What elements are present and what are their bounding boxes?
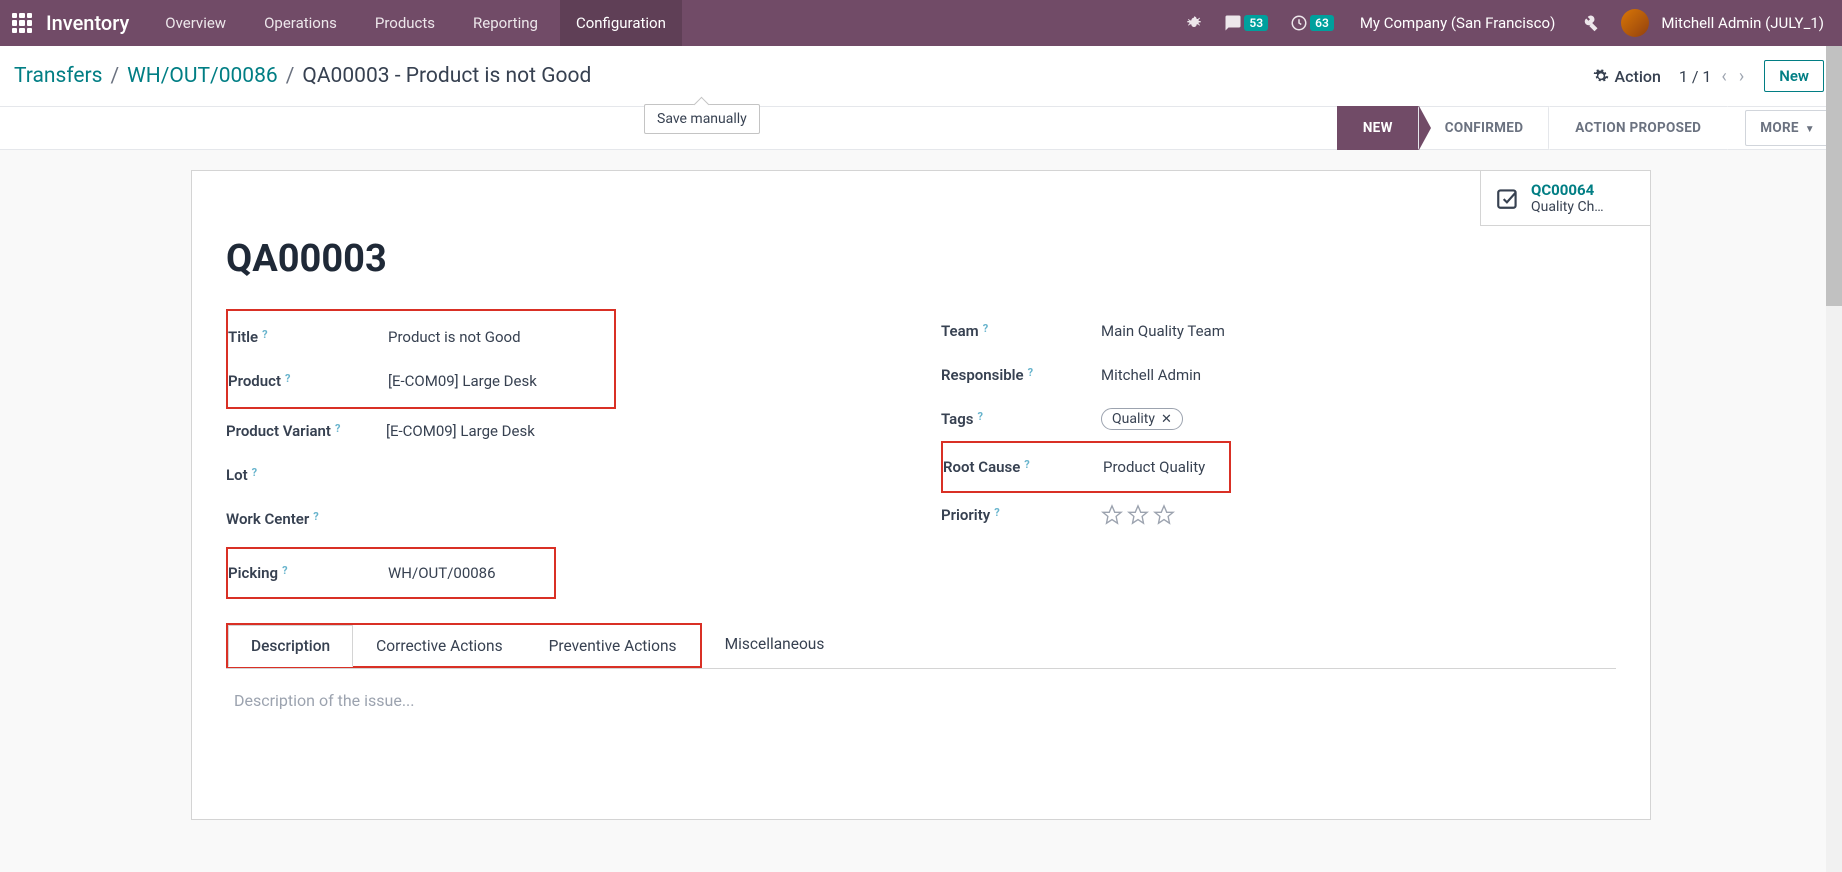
help-icon[interactable]: ?	[262, 328, 267, 341]
activities-badge: 63	[1310, 15, 1334, 31]
user-name: Mitchell Admin (JULY_1)	[1661, 14, 1824, 32]
scrollbar-thumb[interactable]	[1826, 46, 1842, 306]
nav-configuration[interactable]: Configuration	[560, 0, 682, 46]
notebook: Description Corrective Actions Preventiv…	[226, 623, 1616, 779]
breadcrumb-current: QA00003 - Product is not Good	[302, 64, 591, 88]
stat-title: QC00064	[1531, 181, 1604, 199]
help-icon[interactable]: ?	[994, 506, 999, 519]
star-icon[interactable]	[1101, 504, 1123, 526]
pager-next[interactable]: ›	[1737, 66, 1746, 87]
avatar	[1621, 9, 1649, 37]
pager-count: 1 / 1	[1679, 67, 1712, 86]
label-variant: Product Variant?	[226, 422, 386, 440]
label-priority: Priority?	[941, 506, 1101, 524]
tab-miscellaneous[interactable]: Miscellaneous	[702, 623, 848, 668]
help-icon[interactable]: ?	[282, 564, 287, 577]
label-picking: Picking?	[228, 564, 388, 582]
form-sheet: QC00064 Quality Ch… QA00003 Title? Produ…	[191, 170, 1651, 820]
field-tags[interactable]: Quality ✕	[1101, 408, 1183, 430]
field-variant[interactable]: [E-COM09] Large Desk	[386, 422, 535, 440]
tab-description[interactable]: Description	[228, 625, 353, 667]
breadcrumb-bar: Transfers / WH/OUT/00086 / QA00003 - Pro…	[0, 46, 1842, 106]
save-tooltip: Save manually	[644, 104, 760, 134]
tab-corrective-actions[interactable]: Corrective Actions	[353, 625, 525, 666]
tab-preventive-actions[interactable]: Preventive Actions	[526, 625, 700, 666]
label-lot: Lot?	[226, 466, 386, 484]
record-name: QA00003	[226, 237, 1616, 281]
action-menu-button[interactable]: Action	[1593, 67, 1661, 86]
right-column: Team? Main Quality Team Responsible? Mit…	[941, 309, 1616, 599]
statusbar: NEW CONFIRMED ACTION PROPOSED MORE▼	[0, 106, 1842, 150]
scrollbar[interactable]	[1826, 46, 1842, 872]
stage-more[interactable]: MORE▼	[1745, 110, 1830, 146]
company-selector[interactable]: My Company (San Francisco)	[1348, 14, 1567, 32]
description-editor[interactable]: Description of the issue...	[226, 669, 1616, 779]
messages-icon[interactable]: 53	[1216, 0, 1276, 46]
field-title[interactable]: Product is not Good	[388, 328, 521, 346]
nav-reporting[interactable]: Reporting	[457, 0, 554, 46]
pager: 1 / 1 ‹ ›	[1679, 66, 1746, 87]
field-responsible[interactable]: Mitchell Admin	[1101, 366, 1201, 384]
left-column: Title? Product is not Good Product? [E-C…	[226, 309, 901, 599]
checkbox-icon	[1495, 185, 1521, 211]
label-responsible: Responsible?	[941, 366, 1101, 384]
stage-action-proposed[interactable]: ACTION PROPOSED	[1549, 106, 1727, 150]
label-tags: Tags?	[941, 410, 1101, 428]
label-product: Product?	[228, 372, 388, 390]
caret-down-icon: ▼	[1805, 124, 1815, 135]
label-work-center: Work Center?	[226, 510, 386, 528]
stage-new[interactable]: NEW	[1337, 106, 1419, 150]
tools-icon[interactable]	[1573, 0, 1607, 46]
star-icon[interactable]	[1153, 504, 1175, 526]
stage-confirmed[interactable]: CONFIRMED	[1419, 106, 1550, 150]
tag-remove-icon[interactable]: ✕	[1161, 412, 1172, 427]
label-title: Title?	[228, 328, 388, 346]
messages-badge: 53	[1244, 15, 1268, 31]
stat-quality-check[interactable]: QC00064 Quality Ch…	[1480, 171, 1650, 226]
breadcrumb-picking[interactable]: WH/OUT/00086	[127, 64, 278, 88]
help-icon[interactable]: ?	[313, 510, 318, 523]
tag-quality[interactable]: Quality ✕	[1101, 408, 1183, 430]
breadcrumb-sep: /	[102, 64, 127, 88]
apps-grid-icon[interactable]	[12, 13, 32, 33]
new-button[interactable]: New	[1764, 60, 1824, 92]
pager-prev[interactable]: ‹	[1719, 66, 1728, 87]
module-name[interactable]: Inventory	[46, 11, 129, 35]
help-icon[interactable]: ?	[978, 410, 983, 423]
nav-overview[interactable]: Overview	[149, 0, 242, 46]
breadcrumb-sep: /	[278, 64, 303, 88]
help-icon[interactable]: ?	[1028, 366, 1033, 379]
nav-products[interactable]: Products	[359, 0, 451, 46]
top-navbar: Inventory Overview Operations Products R…	[0, 0, 1842, 46]
field-team[interactable]: Main Quality Team	[1101, 322, 1225, 340]
help-icon[interactable]: ?	[335, 422, 340, 435]
help-icon[interactable]: ?	[252, 466, 257, 479]
label-team: Team?	[941, 322, 1101, 340]
field-root-cause[interactable]: Product Quality	[1103, 458, 1205, 476]
user-menu[interactable]: Mitchell Admin (JULY_1)	[1613, 0, 1832, 46]
field-picking[interactable]: WH/OUT/00086	[388, 564, 496, 582]
star-icon[interactable]	[1127, 504, 1149, 526]
help-icon[interactable]: ?	[983, 322, 988, 335]
breadcrumb-transfers[interactable]: Transfers	[14, 64, 102, 88]
gear-icon	[1593, 68, 1609, 84]
field-priority[interactable]	[1101, 504, 1175, 526]
nav-operations[interactable]: Operations	[248, 0, 353, 46]
field-product[interactable]: [E-COM09] Large Desk	[388, 372, 537, 390]
label-root-cause: Root Cause?	[943, 458, 1103, 476]
help-icon[interactable]: ?	[285, 372, 290, 385]
help-icon[interactable]: ?	[1024, 458, 1029, 471]
activities-icon[interactable]: 63	[1282, 0, 1342, 46]
debug-icon[interactable]	[1178, 0, 1210, 46]
stat-subtitle: Quality Ch…	[1531, 199, 1604, 215]
